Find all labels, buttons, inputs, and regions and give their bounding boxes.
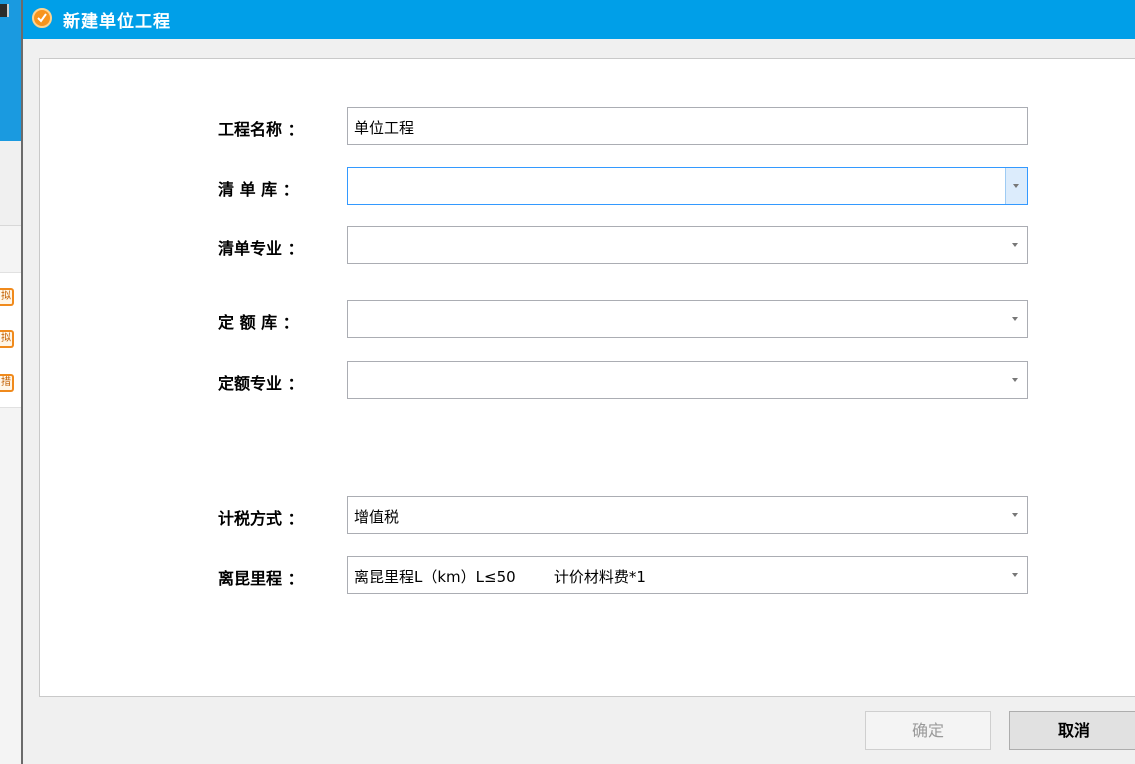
project-name-input[interactable]: 单位工程 [347,107,1028,145]
quota-specialty-label: 定额专业 ： [218,374,304,393]
chevron-down-icon [1012,513,1018,517]
distance-dropdown-button[interactable] [1005,557,1027,593]
bill-specialty-label: 清单专业 ： [218,239,304,258]
app-logo-icon [32,8,52,28]
quota-specialty-dropdown[interactable] [347,361,1028,399]
cancel-button[interactable]: 取消 [1009,711,1135,750]
bill-specialty-dropdown[interactable] [347,226,1028,264]
form-row-tax-method: 计税方式 ： 增值税 [40,496,1135,534]
background-list-item[interactable]: 拟 [0,288,14,306]
bill-library-label: 清 单 库 ： [218,180,299,199]
ok-button[interactable]: 确定 [865,711,991,750]
distance-dropdown[interactable]: 离昆里程L（km）L≤50 计价材料费*1 [347,556,1028,594]
dialog-title: 新建单位工程 [63,12,171,32]
tax-method-dropdown-button[interactable] [1005,497,1027,533]
quota-specialty-dropdown-button[interactable] [1005,362,1027,398]
distance-label: 离昆里程 ： [218,569,304,588]
quota-library-dropdown-button[interactable] [1005,301,1027,337]
bill-library-dropdown-button[interactable] [1005,168,1027,204]
background-app-window: 拟 拟 措 [0,0,23,764]
project-name-value: 单位工程 [354,119,415,137]
chevron-down-icon [1012,317,1018,321]
tax-method-label: 计税方式 ： [218,509,304,528]
chevron-down-icon [1012,573,1018,577]
tax-method-value: 增值税 [354,508,400,526]
distance-value: 离昆里程L（km）L≤50 计价材料费*1 [354,568,646,586]
bill-library-dropdown[interactable] [347,167,1028,205]
background-list-item[interactable]: 措 [0,374,14,392]
background-app-icon [0,4,9,17]
tax-method-dropdown[interactable]: 增值税 [347,496,1028,534]
form-row-bill-library: 清 单 库 ： [40,167,1135,205]
dialog-titlebar[interactable]: 新建单位工程 [23,0,1135,39]
quota-library-dropdown[interactable] [347,300,1028,338]
background-list-item[interactable]: 拟 [0,330,14,348]
quota-library-label: 定 额 库 ： [218,313,299,332]
background-titlebar [0,0,23,141]
form-row-project-name: 工程名称 ： 单位工程 [40,107,1135,145]
new-unit-project-dialog: 新建单位工程 工程名称 ： 单位工程 清 单 库 ： 清单专业 ： 定 额 库 … [23,0,1135,764]
bill-specialty-dropdown-button[interactable] [1005,227,1027,263]
form-row-quota-library: 定 额 库 ： [40,300,1135,338]
form-panel: 工程名称 ： 单位工程 清 单 库 ： 清单专业 ： 定 额 库 ： 定额专业 … [39,58,1135,697]
form-row-distance: 离昆里程 ： 离昆里程L（km）L≤50 计价材料费*1 [40,556,1135,594]
background-toolbar [0,141,23,326]
chevron-down-icon [1012,243,1018,247]
chevron-down-icon [1012,378,1018,382]
background-list: 拟 拟 措 [0,272,23,408]
form-row-bill-specialty: 清单专业 ： [40,226,1135,264]
chevron-down-icon [1013,184,1019,188]
form-row-quota-specialty: 定额专业 ： [40,361,1135,399]
project-name-label: 工程名称 ： [218,120,304,139]
